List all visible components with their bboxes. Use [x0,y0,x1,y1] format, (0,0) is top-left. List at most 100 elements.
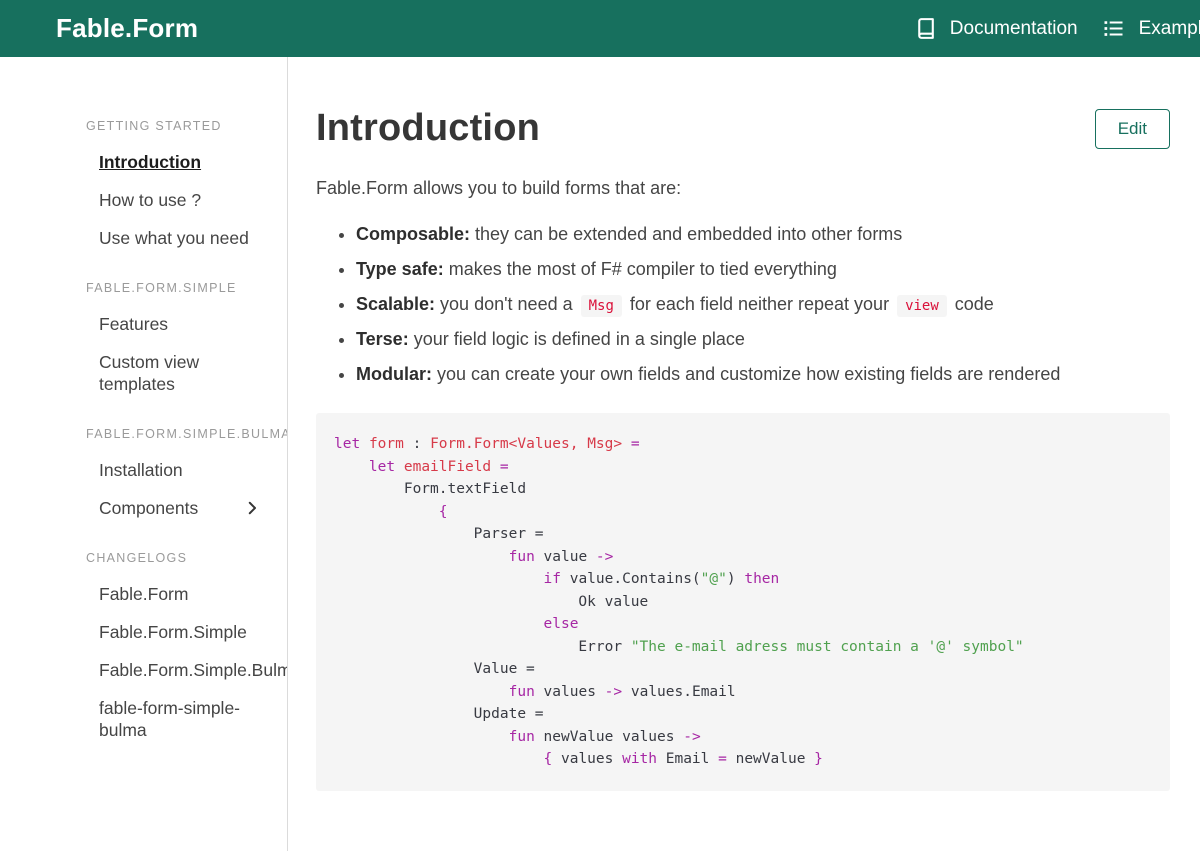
sidebar-item-label: Fable.Form.Simple.Bulma [99,660,288,680]
sidebar-section-label: CHANGELOGS [86,551,188,565]
code-line: Parser = [334,523,1152,546]
nav-link-label: Documentation [949,17,1078,39]
feature-text: makes the most of F# compiler to tied ev… [443,259,837,280]
main-content: Introduction Edit Fable.Form allows you … [288,57,1200,851]
code-keyword: with [622,751,658,768]
code-string: "@" [700,571,727,588]
sidebar-item-label: How to use ? [99,190,202,210]
feature-text: for each field neither repeat your [624,294,895,315]
code-keyword: fun [508,548,535,565]
sidebar-list-item: How to use ? [56,181,287,219]
code-keyword: -> [604,683,623,700]
inline-code: Msg [580,295,622,318]
sidebar-list-item: Fable.Form.Simple [56,613,287,651]
feature-lead: Terse: [356,329,409,350]
code-text: values [534,683,605,700]
code-identifier: form [368,436,404,453]
sidebar-menu-list: Installation Components [56,451,287,527]
code-keyword: = [499,458,509,475]
feature-item: Terse: your field logic is defined in a … [356,326,1170,352]
code-keyword: then [744,571,780,588]
code-line: fun newValue values -> [334,726,1152,749]
code-line: fun value -> [334,546,1152,569]
code-text: Email [657,751,719,768]
sidebar-item-label: Fable.Form [99,584,189,604]
code-keyword: -> [683,728,701,745]
code-text: value [534,548,596,565]
nav-link-label: Examples [1138,17,1200,39]
book-icon [913,16,938,41]
code-text: Error [334,638,631,655]
top-navbar: Fable.Form Documentation Examples [0,0,1200,57]
code-keyword: -> [595,548,614,565]
code-text: Update = [334,706,544,723]
sidebar-item-label: Installation [99,460,183,480]
sidebar-menu-list: Fable.Form Fable.Form.Simple Fable.Form.Si… [56,575,287,749]
sidebar-item-custom-view-templates[interactable]: Custom view templates [56,343,287,403]
sidebar-item-fable-form[interactable]: Fable.Form [56,575,287,613]
sidebar-item-fable-form-simple-bulma[interactable]: Fable.Form.Simple.Bulma [56,651,287,689]
code-keyword: if [543,571,561,588]
feature-item: Composable: they can be extended and emb… [356,221,1170,247]
nav-link-examples[interactable]: Examples [1100,15,1200,42]
brand[interactable]: Fable.Form [56,13,198,44]
sidebar-item-components[interactable]: Components [56,489,287,527]
sidebar-item-installation[interactable]: Installation [56,451,287,489]
sidebar-item-label: Use what you need [99,228,249,248]
code-block: let form : Form.Form<Values, Msg> = let … [316,413,1170,791]
sidebar-item-introduction[interactable]: Introduction [56,143,287,181]
code-text: newValue values [534,728,684,745]
sidebar-item-fable-form-simple[interactable]: Fable.Form.Simple [56,613,287,651]
code-keyword: fun [508,728,535,745]
code-line: Update = [334,703,1152,726]
code-text: ) [726,571,745,588]
code-line: { [334,501,1152,524]
code-line: else [334,613,1152,636]
title-row: Introduction Edit [316,107,1170,150]
code-text: values.Email [622,683,736,700]
code-keyword: = [630,436,640,453]
feature-text: they can be extended and embedded into o… [470,224,903,244]
feature-text: you can create your own fields and custo… [432,364,1061,385]
feature-list: Composable: they can be extended and emb… [316,221,1170,387]
chevron-right-icon [243,497,261,519]
list-icon [1100,15,1127,42]
sidebar-item-use-what-you-need[interactable]: Use what you need [56,219,287,257]
sidebar-list-item: Fable.Form [56,575,287,613]
code-text: Form.textField [334,481,527,498]
code-text: newValue [726,751,815,768]
nav-link-documentation[interactable]: Documentation [913,16,1078,41]
sidebar-list-item: fable-form-simple-bulma [56,689,287,749]
intro-paragraph: Fable.Form allows you to build forms tha… [316,178,682,198]
edit-button[interactable]: Edit [1094,109,1170,149]
feature-text: code [949,294,994,315]
code-keyword: let [334,436,361,453]
sidebar-list-item: Components [56,489,287,527]
sidebar-item-how-to-use[interactable]: How to use ? [56,181,287,219]
sidebar-section-label: GETTING STARTED [86,119,222,133]
sidebar-item-fable-form-simple-bulma[interactable]: fable-form-simple-bulma [56,689,287,749]
code-text: Value = [334,661,535,678]
sidebar-list-item: Use what you need [56,219,287,257]
sidebar-item-label: Custom view templates [99,352,200,394]
sidebar-item-features[interactable]: Features [56,305,287,343]
sidebar-list-item: Custom view templates [56,343,287,403]
sidebar-menu-list: Introduction How to use ? Use what you nee… [56,143,287,257]
sidebar-menu-list: Features Custom view templates [56,305,287,403]
feature-lead: Modular: [356,364,432,385]
feature-text: you don't need a [435,294,578,315]
code-keyword: else [543,616,579,633]
sidebar-list-item: Installation [56,451,287,489]
code-identifier: emailField [403,458,492,475]
code-keyword: let [368,458,396,475]
navbar-links: Documentation Examples [913,15,1200,42]
feature-lead: Type safe: [356,259,444,280]
code-string: "The e-mail adress must contain a '@' sy… [630,638,1024,655]
inline-code: view [897,295,947,318]
